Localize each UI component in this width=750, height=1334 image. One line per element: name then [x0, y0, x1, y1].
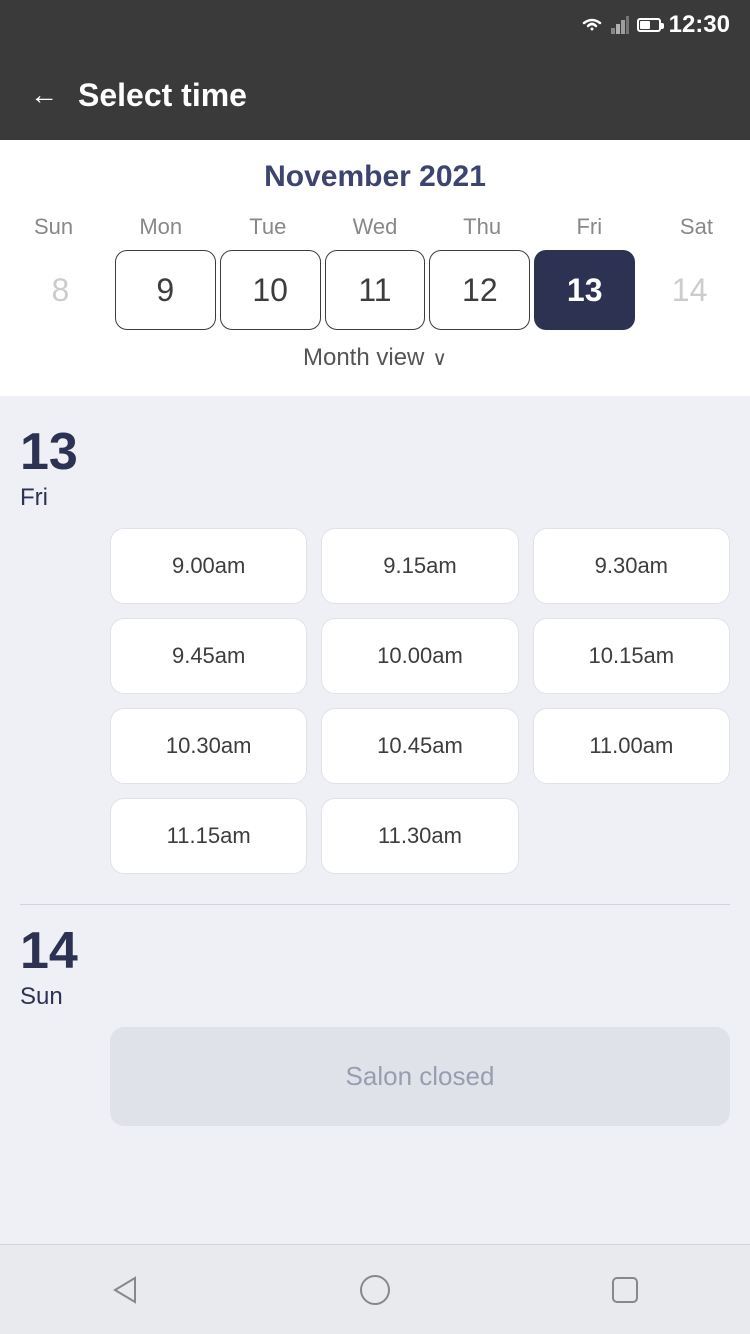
status-bar: 12:30	[0, 0, 750, 50]
weekday-wed: Wed	[321, 214, 428, 240]
date-12[interactable]: 12	[429, 250, 530, 330]
time-slot-1000am[interactable]: 10.00am	[321, 618, 518, 694]
time-slot-1130am[interactable]: 11.30am	[321, 798, 518, 874]
day-header-14: 14 Sun	[20, 925, 730, 1011]
battery-icon	[637, 18, 661, 32]
date-11[interactable]: 11	[325, 250, 426, 330]
dates-row: 8 9 10 11 12 13 14	[0, 250, 750, 330]
weekday-sun: Sun	[0, 214, 107, 240]
date-10[interactable]: 10	[220, 250, 321, 330]
weekday-mon: Mon	[107, 214, 214, 240]
time-slot-1045am[interactable]: 10.45am	[321, 708, 518, 784]
time-slot-945am[interactable]: 9.45am	[110, 618, 307, 694]
time-slot-1115am[interactable]: 11.15am	[110, 798, 307, 874]
time-slot-1100am[interactable]: 11.00am	[533, 708, 730, 784]
weekday-thu: Thu	[429, 214, 536, 240]
day-divider	[20, 904, 730, 905]
date-9[interactable]: 9	[115, 250, 216, 330]
header: ← Select time	[0, 50, 750, 140]
weekdays-row: Sun Mon Tue Wed Thu Fri Sat	[0, 214, 750, 240]
date-13[interactable]: 13	[534, 250, 635, 330]
chevron-down-icon: ∨	[432, 346, 447, 371]
nav-recent-button[interactable]	[600, 1265, 650, 1315]
salon-closed-message: Salon closed	[110, 1027, 730, 1126]
bottom-nav	[0, 1244, 750, 1334]
month-year-label: November 2021	[0, 160, 750, 194]
day-block-14: 14 Sun Salon closed	[20, 925, 730, 1126]
recent-square-icon	[607, 1272, 643, 1308]
time-slot-930am[interactable]: 9.30am	[533, 528, 730, 604]
day-header-13: 13 Fri	[20, 426, 730, 512]
day-block-13: 13 Fri 9.00am 9.15am 9.30am 9.45am 10.00…	[20, 426, 730, 874]
date-14[interactable]: 14	[639, 250, 740, 330]
wifi-icon	[581, 17, 603, 33]
day-13-info: 13 Fri	[20, 426, 78, 512]
day-14-number: 14	[20, 925, 78, 977]
calendar-section: November 2021 Sun Mon Tue Wed Thu Fri Sa…	[0, 140, 750, 396]
status-time: 12:30	[669, 11, 730, 39]
nav-back-button[interactable]	[100, 1265, 150, 1315]
day-13-number: 13	[20, 426, 78, 478]
page-title: Select time	[78, 77, 247, 114]
month-view-label: Month view	[303, 344, 424, 372]
time-slot-1015am[interactable]: 10.15am	[533, 618, 730, 694]
time-slot-1030am[interactable]: 10.30am	[110, 708, 307, 784]
home-circle-icon	[357, 1272, 393, 1308]
day-14-name: Sun	[20, 983, 78, 1011]
month-view-toggle[interactable]: Month view ∨	[0, 330, 750, 386]
time-section: 13 Fri 9.00am 9.15am 9.30am 9.45am 10.00…	[0, 396, 750, 1244]
day-13-name: Fri	[20, 484, 78, 512]
day-14-info: 14 Sun	[20, 925, 78, 1011]
weekday-tue: Tue	[214, 214, 321, 240]
time-slot-915am[interactable]: 9.15am	[321, 528, 518, 604]
weekday-sat: Sat	[643, 214, 750, 240]
back-button[interactable]: ←	[30, 79, 58, 111]
status-icons: 12:30	[581, 11, 730, 39]
date-8[interactable]: 8	[10, 250, 111, 330]
time-grid-13: 9.00am 9.15am 9.30am 9.45am 10.00am 10.1…	[110, 528, 730, 874]
signal-icon	[611, 16, 629, 34]
time-slot-900am[interactable]: 9.00am	[110, 528, 307, 604]
back-triangle-icon	[107, 1272, 143, 1308]
nav-home-button[interactable]	[350, 1265, 400, 1315]
weekday-fri: Fri	[536, 214, 643, 240]
